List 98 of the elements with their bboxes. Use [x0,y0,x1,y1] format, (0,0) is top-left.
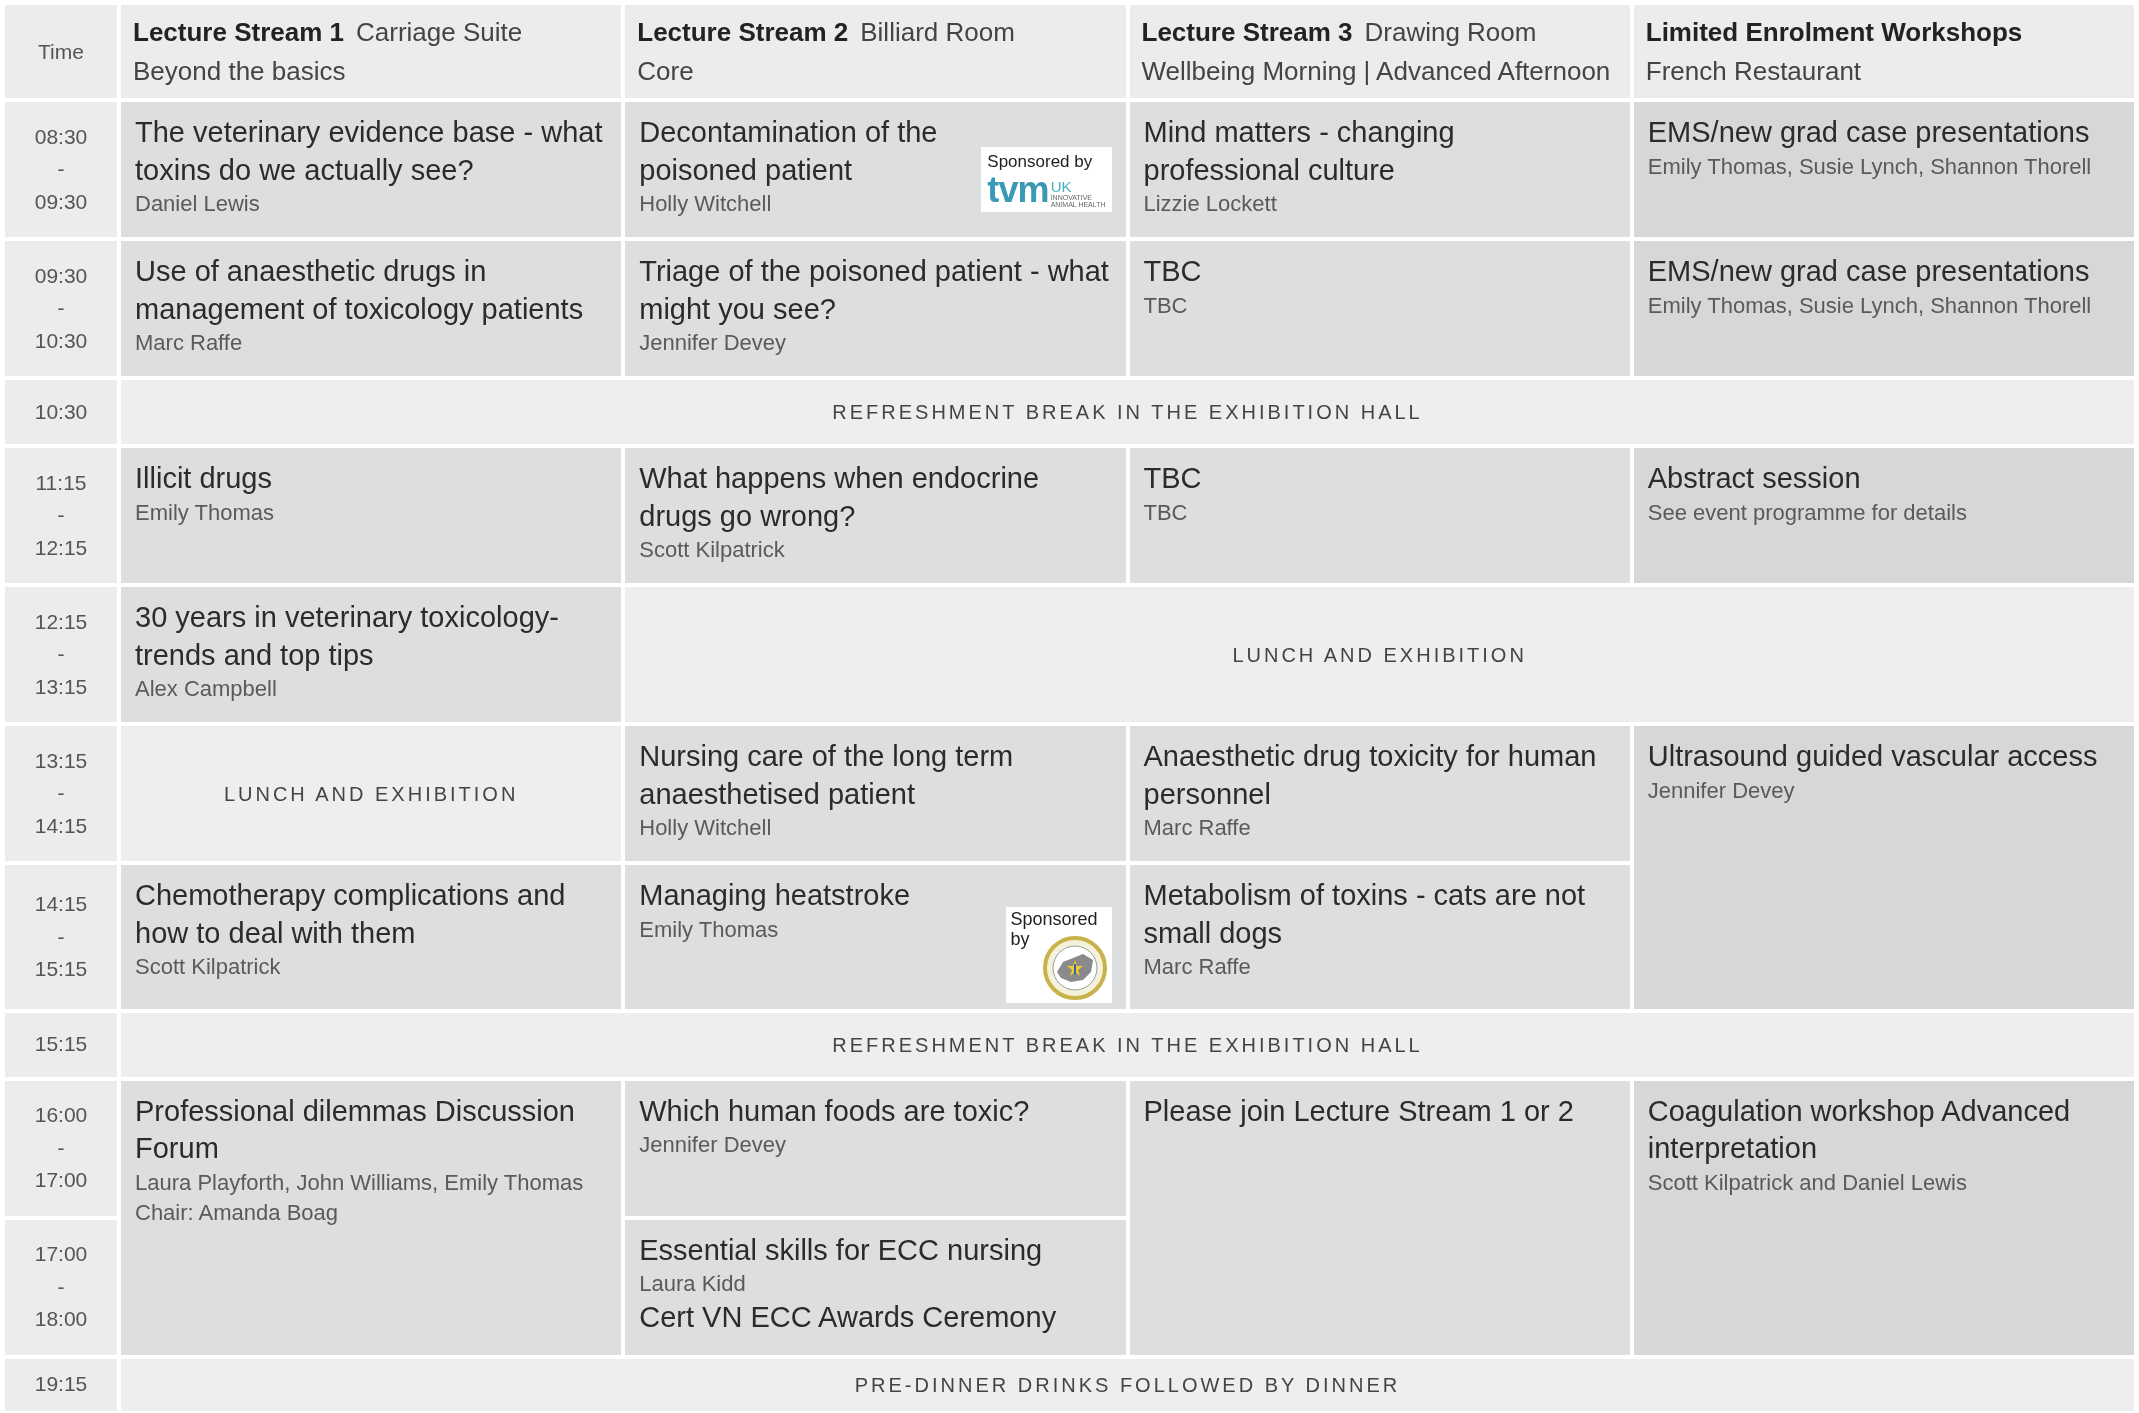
session-title: Please join Lecture Stream 1 or 2 [1143,1093,1575,1129]
stream-subtitle: Beyond the basics [133,54,346,88]
session-title: Metabolism of toxins - cats are not small dogs [1143,878,1587,951]
time-label: 15:15 [34,1031,88,1058]
speaker-name: Emily Thomas, Susie Lynch, Shannon Thorell [1647,291,2093,320]
session-title: EMS/new grad case presentations [1647,254,2091,289]
break-label: PRE-DINNER DRINKS FOLLOWED BY DINNER [854,1373,1401,1396]
session-title: EMS/new grad case presentations [1647,115,2091,150]
speaker-name: Marc Raffe [1143,814,1252,843]
time-label: 08:30 [34,123,88,150]
speaker-name: Scott Kilpatrick [135,953,282,982]
session-title: Triage of the poisoned patient - what might you see? [639,254,1110,327]
session-title: Abstract session [1647,461,1862,496]
time-label: 16:00 [34,1102,88,1129]
time-label: 13:15 [34,673,88,700]
time-label: 10:30 [34,398,88,425]
time-label: 11:15 [35,469,87,496]
time-label: 13:15 [34,747,88,774]
room-name: Drawing Room [1364,15,1537,49]
time-label: - [57,780,65,807]
time-label: 17:00 [34,1241,88,1268]
speaker-name: Emily Thomas [135,498,275,527]
time-label: 15:15 [34,956,88,983]
time-label: 17:00 [34,1167,88,1194]
time-label: - [57,641,65,668]
stream-title: Limited Enrolment Workshops [1645,15,2023,49]
session-title: Anaesthetic drug toxicity for human personnel [1143,739,1598,812]
speaker-name: Emily Thomas [639,915,780,944]
time-label: 09:30 [34,188,88,215]
session-title: Managing heatstroke [639,878,912,913]
speaker-name: Jennifer Devey [639,1131,787,1160]
session-title: The veterinary evidence base - what toxins do we actually see? [135,115,604,188]
time-label: 19:15 [34,1371,88,1398]
session-title: Chemotherapy complications and how to deal with them [135,878,567,951]
speaker-name: Scott Kilpatrick and Daniel Lewis [1647,1168,1968,1197]
session-title: Illicit drugs [135,461,273,496]
time-label: - [57,1134,65,1161]
session-title: Decontamination of the poisoned patient [639,115,939,188]
stream-title: Lecture Stream 1 [133,15,344,49]
time-heading: Time [38,39,84,63]
room-name: Carriage Suite [356,15,523,49]
session-title: Essential skills for ECC nursing [639,1232,1044,1268]
session-title: 30 years in veterinary toxicology- trends and top tips [135,600,560,673]
sponsor-label: Sponsored by [1010,910,1099,950]
stream-title: Lecture Stream 2 [637,15,849,49]
speaker-name: Laura Playforth, John Williams, Emily Thomas [135,1168,585,1197]
time-label: 12:15 [34,608,88,635]
time-label: - [57,295,65,322]
time-label: - [57,923,65,950]
session-title: TBC [1143,461,1203,496]
session-title: What happens when endocrine drugs go wrong? [639,461,1041,534]
speaker-name: Marc Raffe [135,329,244,358]
sponsor-label: Sponsored by [987,150,1094,173]
speaker-name: Lizzie Lockett [1143,190,1278,219]
break-label: REFRESHMENT BREAK IN THE EXHIBITION HALL [832,401,1423,423]
break-label: REFRESHMENT BREAK IN THE EXHIBITION HALL [832,1033,1423,1056]
time-label: 14:15 [34,890,88,917]
emblem-icon [1042,935,1107,1000]
room-name: Billiard Room [860,15,1015,49]
stream-subtitle: French Restaurant [1645,54,1862,88]
speaker-name: Jennifer Devey [639,329,787,358]
stream-subtitle: Core [637,54,694,88]
session-title: Ultrasound guided vascular access [1647,739,2099,774]
speaker-name: TBC [1143,291,1189,320]
speaker-name: Holly Witchell [639,190,773,219]
session-title: Mind matters - changing professional culture [1143,115,1456,188]
session-title: Coagulation workshop Advanced interpretation [1647,1093,2072,1167]
time-label: 14:15 [34,812,88,839]
speaker-name: Chair: Amanda Boag [135,1198,340,1227]
logo-country: UK [1050,179,1072,195]
time-label: 09:30 [34,262,88,289]
speaker-name: Marc Raffe [1143,953,1252,982]
time-label: 10:30 [34,327,88,354]
time-label: 18:00 [34,1306,88,1333]
stream-title: Lecture Stream 3 [1141,15,1353,49]
speaker-name: TBC [1143,498,1189,527]
session-title: Cert VN ECC Awards Ceremony [639,1299,1058,1335]
session-title: Professional dilemmas Discussion Forum [135,1093,576,1167]
speaker-name: Scott Kilpatrick [639,536,786,565]
speaker-name: Alex Campbell [135,675,278,704]
speaker-name: Laura Kidd [639,1270,747,1299]
speaker-name: Emily Thomas, Susie Lynch, Shannon Thorell [1647,152,2093,181]
session-title: Which human foods are toxic? [639,1093,1031,1129]
speaker-name: Holly Witchell [639,814,773,843]
time-label: - [57,502,65,529]
speaker-name: Jennifer Devey [1647,776,1796,805]
session-title: TBC [1143,254,1203,289]
logo-wordmark: tvm [987,172,1049,209]
time-label: - [57,1273,65,1300]
break-label: LUNCH AND EXHIBITION [223,782,519,805]
time-label: - [57,156,65,183]
session-title: Use of anaesthetic drugs in management of toxicology patients [135,254,585,327]
speaker-name: Daniel Lewis [135,190,261,219]
session-title: Nursing care of the long term anaesthetised patient [639,739,1015,812]
break-label: LUNCH AND EXHIBITION [1232,643,1527,666]
speaker-name: See event programme for details [1647,498,1968,527]
time-label: 12:15 [34,534,88,561]
stream-subtitle: Wellbeing Morning | Advanced Afternoon [1141,54,1611,88]
